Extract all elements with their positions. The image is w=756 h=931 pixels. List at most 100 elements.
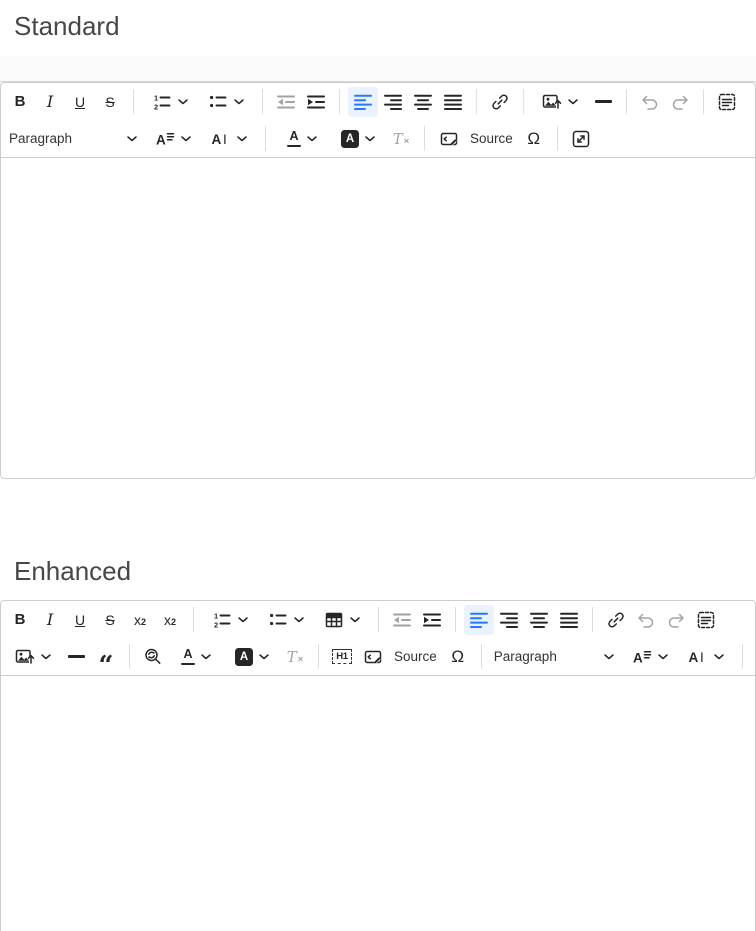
- source-button[interactable]: Source: [357, 642, 443, 672]
- source-editing-icon: [440, 132, 458, 146]
- toolbar-separator: [265, 126, 266, 151]
- special-characters-button[interactable]: Ω: [443, 642, 473, 672]
- font-family-dropdown[interactable]: AI: [201, 124, 257, 154]
- underline-button[interactable]: U: [65, 605, 95, 635]
- chevron-down-icon: [307, 135, 317, 141]
- bulleted-list-dropdown[interactable]: [198, 87, 254, 117]
- block-quote-button[interactable]: “: [91, 642, 121, 679]
- find-and-replace-button[interactable]: [138, 642, 168, 672]
- svg-text:1: 1: [214, 611, 218, 620]
- font-size-icon: A: [633, 650, 652, 665]
- bulleted-list-dropdown[interactable]: [258, 605, 314, 635]
- link-button[interactable]: [485, 87, 515, 117]
- insert-image-dropdown[interactable]: [5, 642, 61, 672]
- paragraph-style-value: Paragraph: [493, 649, 557, 664]
- font-size-icon: A: [156, 132, 175, 147]
- align-left-button[interactable]: [464, 604, 494, 635]
- remove-format-button[interactable]: T ×: [386, 124, 416, 154]
- table-dropdown[interactable]: [314, 605, 370, 635]
- undo-icon: [642, 95, 658, 110]
- superscript-button[interactable]: x2: [155, 605, 185, 635]
- enhanced-editing-area[interactable]: [1, 676, 755, 931]
- special-characters-button[interactable]: Ω: [519, 124, 549, 154]
- align-left-button[interactable]: [348, 86, 378, 117]
- font-family-dropdown[interactable]: AI: [678, 642, 734, 672]
- select-all-button[interactable]: [712, 87, 742, 117]
- remove-format-button[interactable]: T ×: [280, 642, 310, 672]
- horizontal-line-button[interactable]: [61, 642, 91, 672]
- toolbar-separator: [455, 607, 456, 632]
- fullscreen-button[interactable]: [566, 124, 596, 154]
- chevron-down-icon: [178, 98, 188, 104]
- font-size-dropdown[interactable]: A: [622, 642, 678, 672]
- justify-button[interactable]: [438, 87, 468, 117]
- indent-button[interactable]: [417, 605, 447, 635]
- chevron-down-icon: [41, 653, 51, 659]
- chevron-down-icon: [568, 98, 578, 104]
- subscript-button[interactable]: x2: [125, 605, 155, 635]
- enhanced-toolbar-row-2: “ A A T × H1 Source Ω Paragraph A A I: [1, 638, 756, 679]
- svg-text:A: A: [156, 132, 166, 147]
- italic-button[interactable]: I: [35, 605, 65, 635]
- bold-button[interactable]: B: [5, 605, 35, 635]
- outdent-button[interactable]: [271, 87, 301, 117]
- align-left-icon: [470, 612, 488, 628]
- undo-button[interactable]: [635, 87, 665, 117]
- bulleted-list-icon: [210, 95, 227, 107]
- omega-icon: Ω: [527, 129, 541, 148]
- numbered-list-dropdown[interactable]: 12: [202, 605, 258, 635]
- horizontal-line-button[interactable]: [588, 87, 618, 117]
- outdent-button[interactable]: [387, 605, 417, 635]
- font-color-dropdown[interactable]: A: [274, 124, 330, 154]
- link-button[interactable]: [601, 605, 631, 635]
- standard-editing-area[interactable]: [1, 158, 755, 478]
- undo-button[interactable]: [631, 605, 661, 635]
- strikethrough-button[interactable]: S: [95, 87, 125, 117]
- bold-button[interactable]: B: [5, 87, 35, 117]
- italic-icon: I: [46, 91, 54, 111]
- toolbar-separator: [592, 607, 593, 632]
- toolbar-separator: [378, 607, 379, 632]
- align-right-icon: [384, 94, 402, 110]
- paragraph-style-dropdown[interactable]: Paragraph: [5, 124, 145, 154]
- align-center-button[interactable]: [524, 605, 554, 635]
- heading-h1-button[interactable]: H1: [327, 642, 357, 672]
- strikethrough-button[interactable]: S: [95, 605, 125, 635]
- font-background-dropdown[interactable]: A: [224, 642, 280, 672]
- align-left-icon: [354, 94, 372, 110]
- align-right-button[interactable]: [378, 87, 408, 117]
- redo-button[interactable]: [665, 87, 695, 117]
- insert-image-dropdown[interactable]: [532, 87, 588, 117]
- align-right-button[interactable]: [494, 605, 524, 635]
- fullscreen-button[interactable]: [751, 642, 756, 672]
- svg-text:A: A: [212, 132, 222, 147]
- select-all-button[interactable]: [691, 605, 721, 635]
- justify-button[interactable]: [554, 605, 584, 635]
- numbered-list-dropdown[interactable]: 12: [142, 87, 198, 117]
- font-size-dropdown[interactable]: A: [145, 124, 201, 154]
- font-background-icon: A: [235, 647, 253, 666]
- font-background-dropdown[interactable]: A: [330, 124, 386, 154]
- find-replace-icon: [145, 648, 161, 664]
- superscript-icon: x2: [163, 611, 176, 628]
- redo-button[interactable]: [661, 605, 691, 635]
- source-button[interactable]: Source: [433, 124, 519, 154]
- chevron-down-icon: [201, 653, 211, 659]
- sticky-panel-spacer: [0, 56, 756, 82]
- chevron-down-icon: [127, 135, 137, 141]
- numbered-list-icon: 12: [154, 93, 171, 111]
- image-upload-icon: [542, 94, 562, 109]
- justify-icon: [444, 94, 462, 110]
- standard-toolbar: B I U S 12 Paragraph A A I A A T × Sourc…: [1, 83, 755, 158]
- align-center-button[interactable]: [408, 87, 438, 117]
- link-icon: [492, 93, 508, 110]
- paragraph-style-dropdown[interactable]: Paragraph: [490, 642, 622, 672]
- font-color-dropdown[interactable]: A: [168, 642, 224, 672]
- underline-icon: U: [74, 93, 86, 110]
- font-color-icon: A: [181, 648, 195, 665]
- font-color-icon: A: [287, 130, 301, 147]
- underline-button[interactable]: U: [65, 87, 95, 117]
- indent-button[interactable]: [301, 87, 331, 117]
- italic-button[interactable]: I: [35, 87, 65, 117]
- bold-icon: B: [14, 93, 26, 110]
